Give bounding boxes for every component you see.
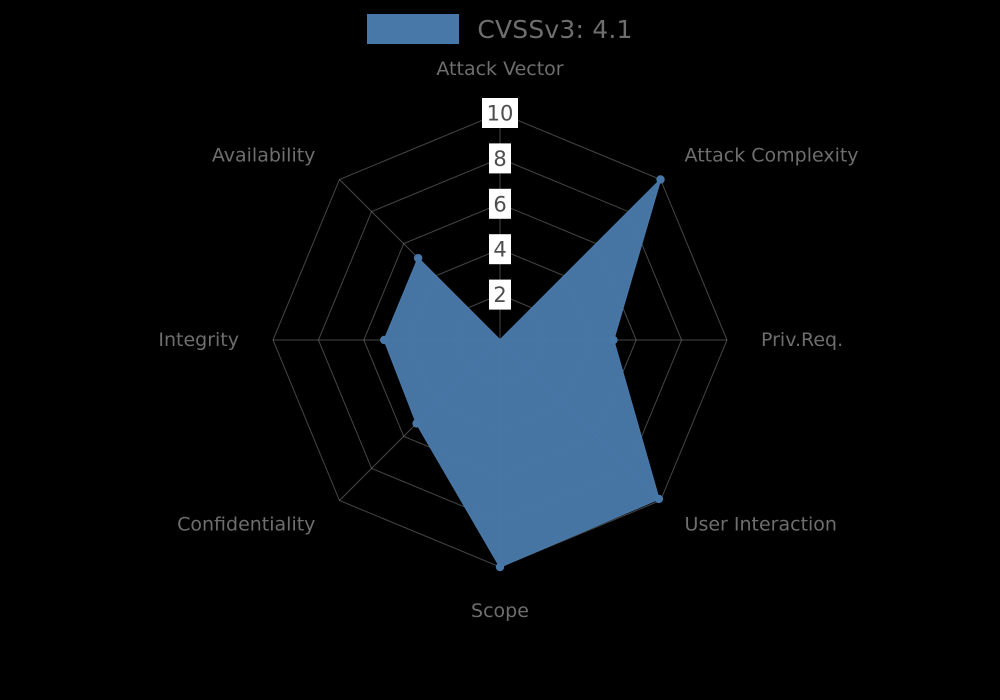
radar-chart-container: CVSSv3: 4.1 Attack Vector Attack Complexi… xyxy=(0,0,1000,700)
axis-label-integrity: Integrity xyxy=(158,329,239,351)
axis-label-priv-req: Priv.Req. xyxy=(761,329,843,351)
radial-tick-label-6: 6 xyxy=(493,192,506,216)
axis-label-attack-complexity: Attack Complexity xyxy=(685,144,859,166)
axis-label-availability: Availability xyxy=(212,144,316,166)
radar-plot: Attack Vector Attack Complexity Priv.Req. U… xyxy=(158,58,859,622)
axis-label-attack-vector: Attack Vector xyxy=(436,58,563,80)
radar-series-area xyxy=(383,178,662,568)
axis-label-scope: Scope xyxy=(471,600,529,622)
axis-label-user-interaction: User Interaction xyxy=(685,514,837,536)
axis-label-confidentiality: Confidentiality xyxy=(177,514,315,536)
radial-tick-label-8: 8 xyxy=(493,147,506,171)
radial-tick-label-2: 2 xyxy=(493,283,506,307)
radial-tick-label-10: 10 xyxy=(487,102,514,126)
radial-tick-label-4: 4 xyxy=(493,238,506,262)
